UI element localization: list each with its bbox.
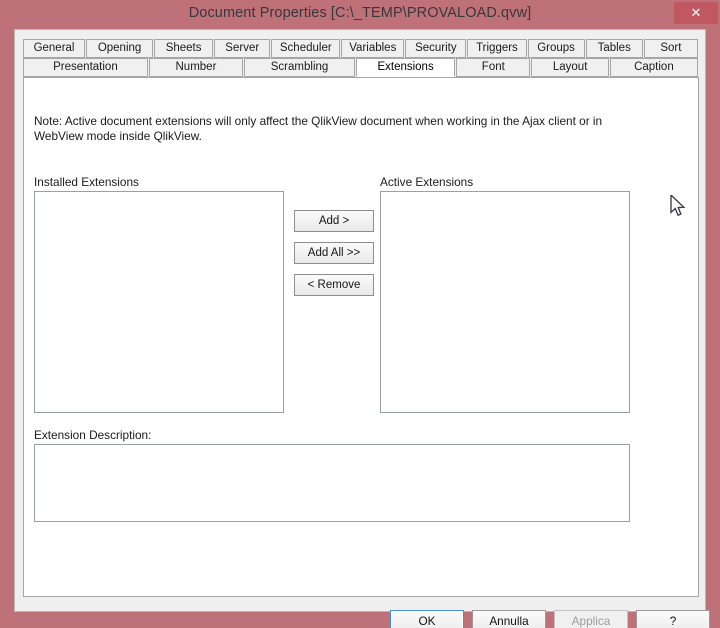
extension-description-field[interactable] xyxy=(34,444,630,522)
tab-caption[interactable]: Caption xyxy=(609,58,698,77)
active-extensions-list[interactable] xyxy=(380,191,630,413)
installed-extensions-list[interactable] xyxy=(34,191,284,413)
tab-row-2: Presentation Number Scrambling Extensions Fo… xyxy=(23,58,699,77)
document-properties-window: Document Properties [C:\_TEMP\PROVALOAD.… xyxy=(0,0,720,628)
tab-sort[interactable]: Sort xyxy=(643,39,698,58)
add-button[interactable]: Add > xyxy=(294,210,374,232)
tab-presentation[interactable]: Presentation xyxy=(23,58,148,77)
title-bar[interactable]: Document Properties [C:\_TEMP\PROVALOAD.… xyxy=(0,0,720,28)
tab-scheduler[interactable]: Scheduler xyxy=(271,39,341,58)
tab-font[interactable]: Font xyxy=(456,58,531,77)
tab-server[interactable]: Server xyxy=(214,39,271,58)
help-button[interactable]: ? xyxy=(636,610,710,628)
tab-groups[interactable]: Groups xyxy=(527,39,585,58)
tab-row-1: General Opening Sheets Server Scheduler Varia… xyxy=(23,39,699,58)
tab-triggers[interactable]: Triggers xyxy=(467,39,527,58)
tab-scrambling[interactable]: Scrambling xyxy=(244,58,356,77)
tab-sheets[interactable]: Sheets xyxy=(154,39,214,58)
dialog-footer: OK Annulla Applica ? xyxy=(15,597,710,628)
extension-description-label: Extension Description: xyxy=(34,428,152,442)
add-all-button[interactable]: Add All >> xyxy=(294,242,374,264)
tab-strip: General Opening Sheets Server Scheduler Varia… xyxy=(23,39,699,77)
tab-general[interactable]: General xyxy=(23,39,86,58)
remove-button[interactable]: < Remove xyxy=(294,274,374,296)
dialog-client-area: General Opening Sheets Server Scheduler Varia… xyxy=(14,29,710,628)
active-extensions-label: Active Extensions xyxy=(380,175,474,189)
tab-security[interactable]: Security xyxy=(405,39,467,58)
ok-button[interactable]: OK xyxy=(390,610,464,628)
window-title: Document Properties [C:\_TEMP\PROVALOAD.… xyxy=(188,5,532,21)
tab-variables[interactable]: Variables xyxy=(341,39,405,58)
tab-number[interactable]: Number xyxy=(148,58,244,77)
close-icon[interactable]: ✕ xyxy=(674,2,718,24)
transfer-button-group: Add > Add All >> < Remove xyxy=(294,210,374,306)
extensions-note: Note: Active document extensions will on… xyxy=(34,114,603,143)
extensions-panel: Note: Active document extensions will on… xyxy=(23,77,699,597)
cancel-button[interactable]: Annulla xyxy=(472,610,546,628)
installed-extensions-label: Installed Extensions xyxy=(34,175,139,189)
tab-extensions[interactable]: Extensions xyxy=(356,58,456,77)
tab-layout[interactable]: Layout xyxy=(531,58,609,77)
apply-button: Applica xyxy=(554,610,628,628)
tab-opening[interactable]: Opening xyxy=(86,39,154,58)
tab-tables[interactable]: Tables xyxy=(585,39,643,58)
